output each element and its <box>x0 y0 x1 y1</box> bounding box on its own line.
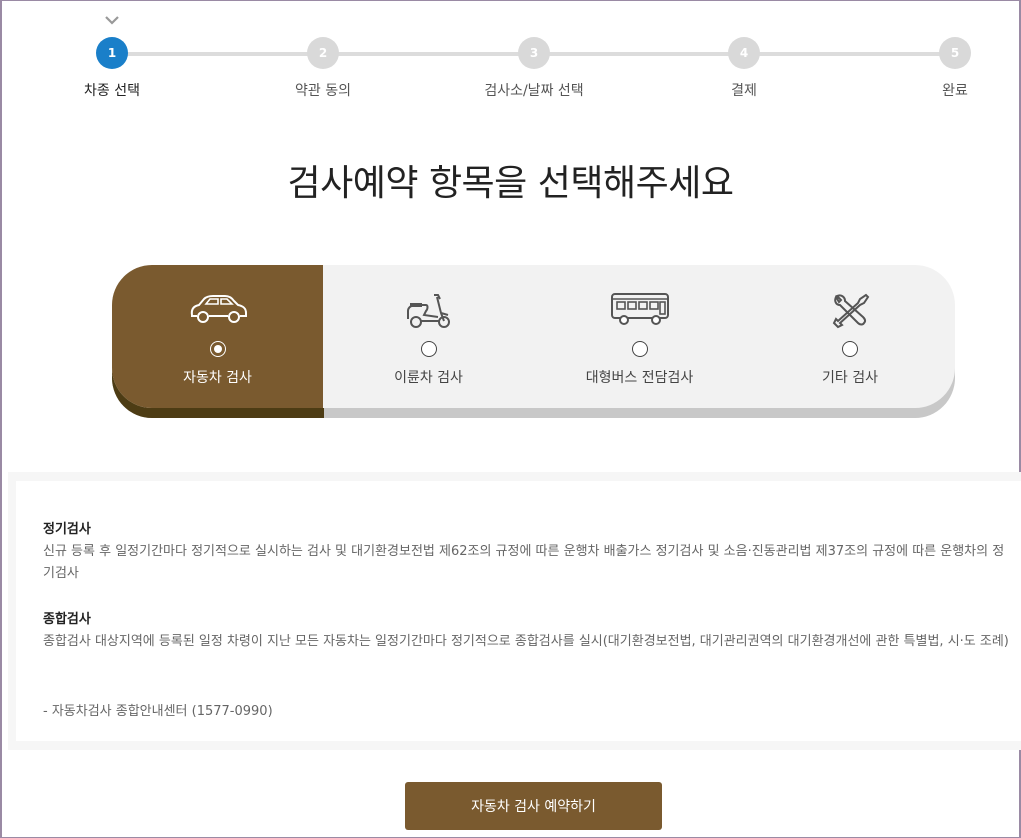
radio-button[interactable] <box>842 341 858 357</box>
page-title: 검사예약 항목을 선택해주세요 <box>287 163 734 204</box>
step-label: 차종 선택 <box>84 83 140 99</box>
step-5: 5 완료 <box>875 37 1021 100</box>
step-label: 검사소/날짜 선택 <box>484 83 584 99</box>
step-label: 결제 <box>731 83 757 99</box>
step-2: 2 약관 동의 <box>243 37 403 100</box>
category-label: 이륜차 검사 <box>394 370 463 386</box>
radio-button-selected[interactable] <box>209 341 226 357</box>
category-car[interactable]: 자동차 검사 <box>112 265 323 408</box>
contact-center-info: - 자동차검사 종합안내센터 (1577-0990) <box>43 704 273 719</box>
regular-inspection-info: 정기검사 신규 등록 후 일정기간마다 정기적으로 실시하는 검사 및 대기환경… <box>43 518 1013 585</box>
scooter-icon <box>323 291 534 331</box>
category-label: 대형버스 전담검사 <box>585 370 694 386</box>
bus-icon <box>534 291 745 331</box>
step-number: 5 <box>939 37 971 69</box>
category-selector: 자동차 검사 이륜차 검사 대형버스 전담검사 기타 검사 <box>112 265 955 408</box>
category-label: 자동차 검사 <box>183 370 252 386</box>
category-bus[interactable]: 대형버스 전담검사 <box>534 265 745 408</box>
step-number: 4 <box>728 37 760 69</box>
comprehensive-inspection-title: 종합검사 <box>43 612 91 627</box>
step-label: 약관 동의 <box>295 83 351 99</box>
regular-inspection-text: 신규 등록 후 일정기간마다 정기적으로 실시하는 검사 및 대기환경보전법 제… <box>43 544 1005 581</box>
step-3: 3 검사소/날짜 선택 <box>454 37 614 100</box>
category-other[interactable]: 기타 검사 <box>745 265 955 408</box>
regular-inspection-title: 정기검사 <box>43 522 91 537</box>
comprehensive-inspection-text: 종합검사 대상지역에 등록된 일정 차령이 지난 모든 자동차는 일정기간마다 … <box>43 634 1009 649</box>
progress-stepper: 1 차종 선택 2 약관 동의 3 검사소/날짜 선택 4 결제 5 완료 <box>0 0 1021 110</box>
category-motorcycle[interactable]: 이륜차 검사 <box>323 265 534 408</box>
car-icon <box>112 291 323 331</box>
category-label: 기타 검사 <box>822 370 878 386</box>
radio-button[interactable] <box>631 341 648 357</box>
reserve-car-inspection-button[interactable]: 자동차 검사 예약하기 <box>405 782 662 830</box>
step-number: 2 <box>307 37 339 69</box>
radio-button[interactable] <box>420 341 437 357</box>
tools-icon <box>745 291 955 331</box>
step-label: 완료 <box>942 83 968 99</box>
comprehensive-inspection-info: 종합검사 종합검사 대상지역에 등록된 일정 차령이 지난 모든 자동차는 일정… <box>43 608 1013 653</box>
step-4: 4 결제 <box>664 37 824 100</box>
step-number: 3 <box>518 37 550 69</box>
chevron-down-icon <box>105 16 119 25</box>
step-1: 1 차종 선택 <box>32 37 192 100</box>
step-number: 1 <box>96 37 128 69</box>
